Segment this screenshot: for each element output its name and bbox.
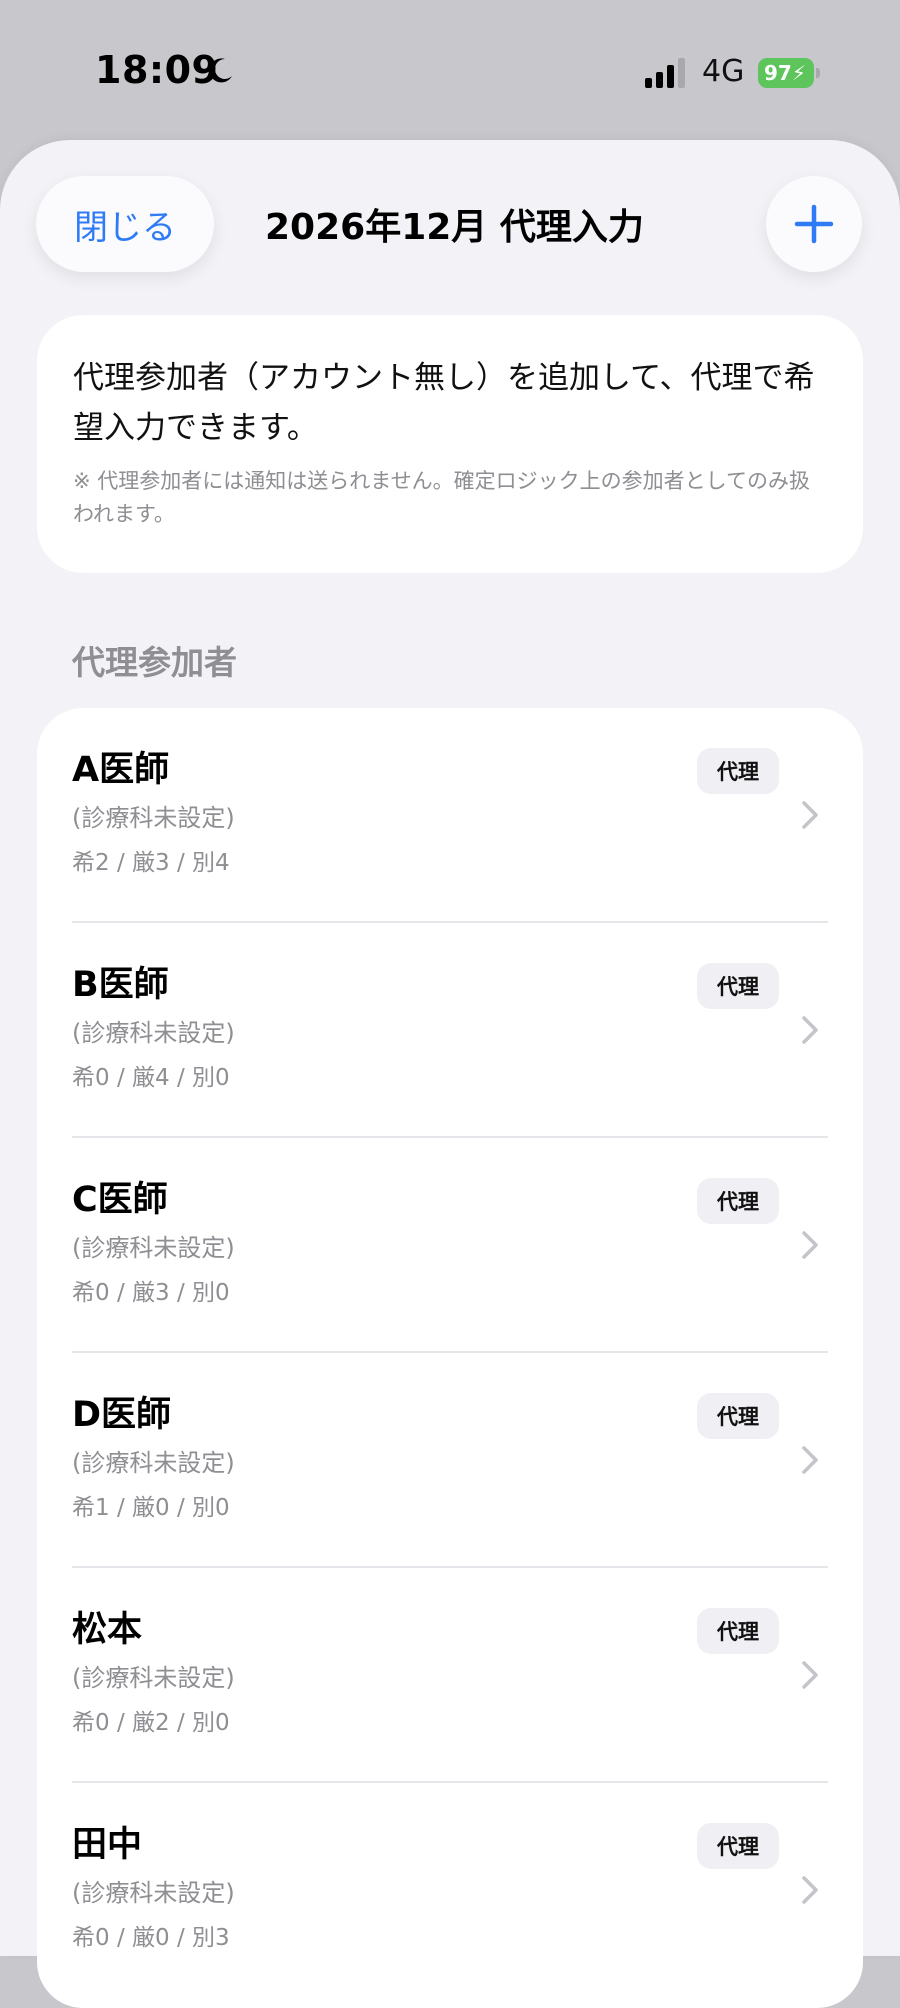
participant-name: D医師: [72, 1395, 172, 1435]
proxy-badge: 代理: [697, 1823, 779, 1869]
battery-level: 97: [764, 61, 792, 85]
participant-department: (診療科未設定): [72, 1664, 235, 1692]
chevron-right-icon: [802, 1661, 818, 1689]
proxy-badge: 代理: [697, 1608, 779, 1654]
sheet-title: 2026年12月 代理入力: [265, 207, 644, 248]
participant-row[interactable]: A医師 (診療科未設定) 希2 / 厳3 / 別4 代理: [37, 708, 863, 923]
chevron-right-icon: [802, 1231, 818, 1259]
cellular-signal-icon: [645, 58, 685, 88]
participant-counts: 希0 / 厳3 / 別0: [72, 1280, 230, 1306]
status-time: 18:09: [95, 48, 219, 92]
chevron-right-icon: [802, 1016, 818, 1044]
participant-counts: 希1 / 厳0 / 別0: [72, 1495, 230, 1521]
battery-icon: 97⚡: [758, 58, 820, 88]
info-card: 代理参加者（アカウント無し）を追加して、代理で希望入力できます。 ※ 代理参加者…: [37, 315, 863, 573]
participant-name: C医師: [72, 1180, 168, 1220]
participant-department: (診療科未設定): [72, 1019, 235, 1047]
participant-counts: 希2 / 厳3 / 別4: [72, 850, 230, 876]
participant-counts: 希0 / 厳0 / 別3: [72, 1925, 230, 1951]
close-button[interactable]: 閉じる: [36, 176, 214, 272]
proxy-badge: 代理: [697, 963, 779, 1009]
proxy-badge: 代理: [697, 748, 779, 794]
participant-name: 松本: [72, 1610, 143, 1650]
add-participant-button[interactable]: [766, 176, 862, 272]
network-type: 4G: [702, 54, 745, 89]
participant-row[interactable]: 松本 (診療科未設定) 希0 / 厳2 / 別0 代理: [37, 1568, 863, 1783]
chevron-right-icon: [802, 1446, 818, 1474]
participant-name: B医師: [72, 965, 169, 1005]
info-text: 代理参加者（アカウント無し）を追加して、代理で希望入力できます。: [73, 360, 815, 446]
plus-icon: [794, 204, 834, 244]
participant-department: (診療科未設定): [72, 1879, 235, 1907]
participant-name: 田中: [72, 1825, 143, 1865]
participant-counts: 希0 / 厳4 / 別0: [72, 1065, 230, 1091]
participant-counts: 希0 / 厳2 / 別0: [72, 1710, 230, 1736]
participant-department: (診療科未設定): [72, 1449, 235, 1477]
proxy-badge: 代理: [697, 1178, 779, 1224]
participant-row[interactable]: B医師 (診療科未設定) 希0 / 厳4 / 別0 代理: [37, 923, 863, 1138]
moon-icon: [209, 58, 232, 83]
charging-bolt-icon: ⚡: [791, 61, 806, 85]
participant-list: A医師 (診療科未設定) 希2 / 厳3 / 別4 代理 B医師 (診療科未設定…: [37, 708, 863, 2008]
participant-row[interactable]: D医師 (診療科未設定) 希1 / 厳0 / 別0 代理: [37, 1353, 863, 1568]
participant-department: (診療科未設定): [72, 1234, 235, 1262]
participant-department: (診療科未設定): [72, 804, 235, 832]
participant-row[interactable]: 田中 (診療科未設定) 希0 / 厳0 / 別3 代理: [37, 1783, 863, 1998]
proxy-input-sheet: 閉じる 2026年12月 代理入力 代理参加者（アカウント無し）を追加して、代理…: [0, 140, 900, 2008]
participant-name: A医師: [72, 750, 170, 790]
chevron-right-icon: [802, 801, 818, 829]
section-title: 代理参加者: [72, 643, 237, 682]
proxy-badge: 代理: [697, 1393, 779, 1439]
status-bar: 18:09 4G 97⚡: [0, 0, 900, 140]
participant-row[interactable]: C医師 (診療科未設定) 希0 / 厳3 / 別0 代理: [37, 1138, 863, 1353]
info-note: ※ 代理参加者には通知は送られません。確定ロジック上の参加者としてのみ扱われます…: [73, 469, 811, 526]
chevron-right-icon: [802, 1876, 818, 1904]
